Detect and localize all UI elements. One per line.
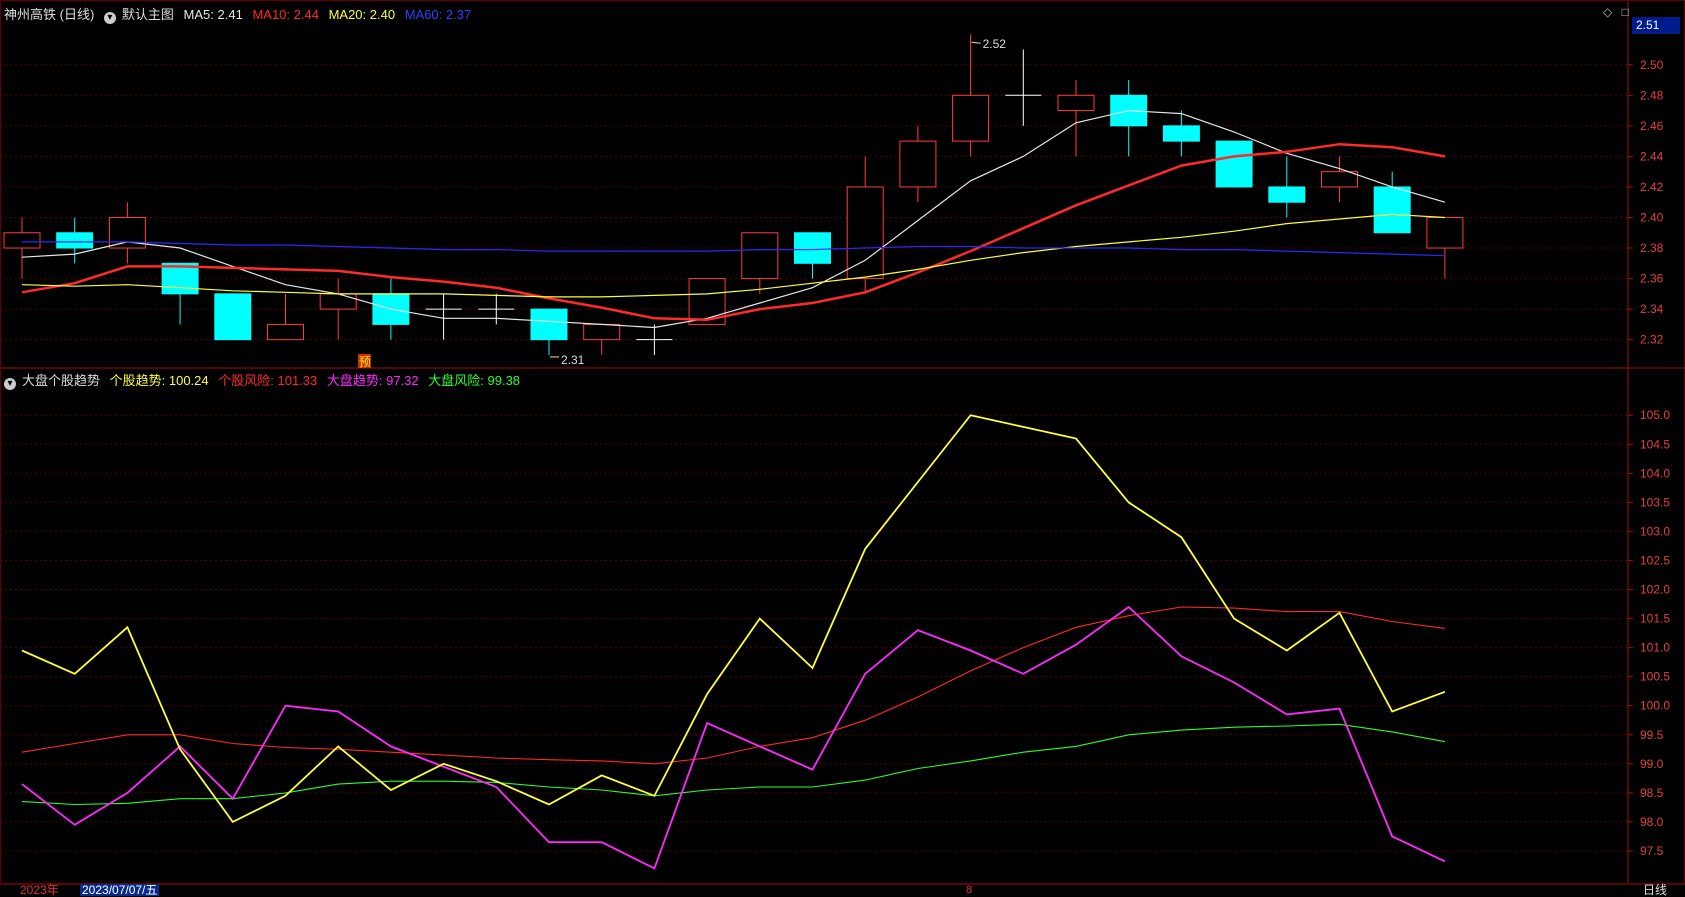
diamond-icon[interactable]: ◇ [1603,5,1612,19]
forecast-marker-label: 预 [359,355,371,369]
main-chart-label[interactable]: 默认主图 [122,7,174,22]
price-tick-label: 2.32 [1640,333,1664,347]
indicator-header: ▾ 大盘个股趋势 个股趋势: 100.24 个股风险: 101.33 大盘趋势: … [4,370,526,390]
indicator-tick-label: 103.5 [1640,495,1670,509]
top-right-controls: ◇ □ [1597,5,1629,19]
candle-down [56,232,94,249]
ma20-label: MA20: 2.40 [328,7,396,22]
candle-up [1321,171,1358,188]
indicator-tick-label: 103.0 [1640,524,1670,538]
stock-title[interactable]: 神州高铁 (日线) [4,7,94,22]
candle-down [214,293,252,341]
candle-up [1057,94,1095,112]
candle-up [899,140,937,188]
series-line-ma60 [22,241,1445,257]
indicator-tick-label: 101.0 [1640,641,1670,655]
candle-up [1426,216,1464,249]
price-tick-label: 2.40 [1640,210,1664,224]
ma5-label: MA5: 2.41 [183,7,243,22]
candle-up [319,293,357,310]
candle-up [846,186,884,280]
period-label[interactable]: 日线 [1643,884,1667,896]
series-line-trend_market [21,605,1446,870]
indicator-tick-label: 102.5 [1640,553,1670,567]
price-tick-label: 2.36 [1640,272,1664,286]
indicator-tick-label: 104.5 [1640,437,1670,451]
price-tick-label: 2.48 [1640,88,1664,102]
candle-down [1215,140,1253,188]
candle-down [1373,186,1411,234]
candle-up [741,232,779,280]
indicator-settings-icon[interactable]: ▾ [4,378,16,390]
risk-market-label: 大盘风险: 99.38 [428,373,521,388]
low-price-label: 2.31 [561,353,585,367]
price-tick-label: 2.34 [1640,302,1664,316]
candle-up [952,94,990,142]
risk-stock-label: 个股风险: 101.33 [218,373,318,388]
candle-up [267,323,304,341]
current-price-tag: 2.51 [1632,17,1680,34]
price-tick-label: 2.44 [1640,149,1664,163]
indicator-tick-label: 100.5 [1640,670,1670,684]
ma10-label: MA10: 2.44 [252,7,319,22]
price-tick-label: 2.42 [1640,180,1664,194]
extreme-marker-arrow [971,41,981,44]
chart-canvas: 2.32 2.34 2.36 2.38 2.40 2.42 2.44 2.46 2.48 2.50… [0,0,1685,885]
price-tick-label: 2.46 [1640,119,1664,133]
indicator-name[interactable]: 大盘个股趋势 [22,373,100,388]
indicator-tick-label: 100.0 [1640,699,1670,713]
main-chart-header: 神州高铁 (日线) ▾ 默认主图 MA5: 2.41 MA10: 2.44 MA2… [4,4,477,24]
indicator-tick-label: 97.5 [1640,844,1664,858]
indicator-chart-pane[interactable]: 97.5 98.0 98.5 99.0 99.5 100.0 100.5 101.0 101.5… [0,408,1670,870]
cursor-date: 2023/07/07/五 [80,883,160,897]
settings-circle-icon[interactable]: ▾ [103,12,116,24]
candle-down [1162,125,1200,142]
indicator-tick-label: 104.0 [1640,466,1670,480]
ma60-label: MA60: 2.37 [404,7,472,22]
time-axis-bar: 2023年 2023/07/07/五 8 日线 [0,884,1685,896]
indicator-tick-label: 105.0 [1640,408,1670,422]
indicator-tick-label: 101.5 [1640,612,1670,626]
candle-down [1268,186,1306,203]
chart-frame [0,0,1685,884]
indicator-tick-label: 99.0 [1640,757,1664,771]
series-line-risk_stock [21,606,1445,765]
price-tick-label: 2.38 [1640,241,1664,255]
indicator-tick-label: 99.5 [1640,728,1664,742]
square-icon[interactable]: □ [1622,5,1629,19]
trend-stock-label: 个股趋势: 100.24 [109,373,209,388]
price-tick-label: 2.50 [1640,58,1664,72]
indicator-tick-label: 98.5 [1640,786,1664,800]
indicator-tick-label: 102.0 [1640,583,1670,597]
candle-up [583,323,621,341]
candle-down [794,232,831,264]
trend-market-label: 大盘趋势: 97.32 [326,373,419,388]
candle-down [530,308,568,341]
candle-up [3,232,41,249]
year-label: 2023年 [20,883,59,897]
indicator-tick-label: 98.0 [1640,815,1664,829]
price-chart-pane[interactable]: 2.32 2.34 2.36 2.38 2.40 2.42 2.44 2.46 2.48 2.50… [0,34,1664,369]
series-line-ma20 [21,213,1445,298]
high-price-label: 2.52 [983,37,1007,51]
month-marker: 8 [966,884,973,896]
